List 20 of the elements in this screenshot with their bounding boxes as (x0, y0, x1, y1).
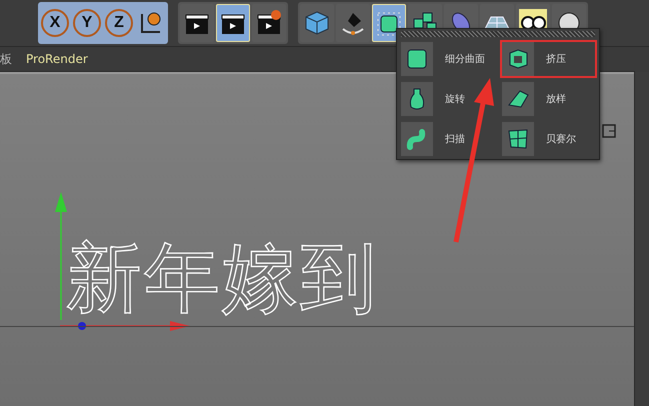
toolbar-button[interactable] (336, 4, 370, 42)
menu-item[interactable]: 挤压 (500, 40, 597, 78)
menu-item[interactable]: 贝赛尔 (500, 120, 597, 158)
menu-item[interactable]: 板 (0, 50, 12, 68)
menu-item[interactable]: 细分曲面 (399, 40, 496, 78)
cube-icon (405, 47, 429, 71)
axis-lock-button[interactable]: X (41, 9, 69, 37)
window-icon[interactable] (602, 124, 616, 138)
cube-icon (303, 9, 331, 37)
clapperboard-icon (255, 9, 283, 37)
menu-item[interactable]: 放样 (500, 80, 597, 118)
curved-patch-icon (506, 127, 530, 151)
toolbar-button[interactable] (252, 4, 286, 42)
menu-item[interactable]: 扫描 (399, 120, 496, 158)
axis-lock-button[interactable]: Z (105, 9, 133, 37)
outline-text: 新年嫁到 (66, 240, 378, 316)
axis-lock-button[interactable]: Y (73, 9, 101, 37)
menu-item[interactable]: 旋转 (399, 80, 496, 118)
menu-item[interactable]: ProRender (26, 52, 88, 66)
toolbar-button[interactable] (180, 4, 214, 42)
